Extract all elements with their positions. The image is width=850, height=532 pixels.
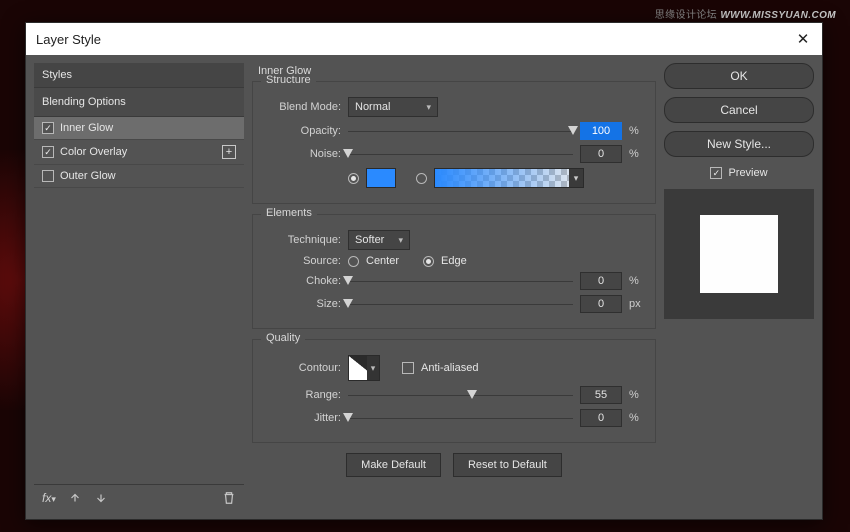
source-center-radio[interactable]	[348, 256, 359, 267]
quality-group: Quality Contour: ▾ Anti-aliased Range: %…	[252, 339, 656, 443]
choke-input[interactable]	[580, 272, 622, 290]
blending-options[interactable]: Blending Options	[34, 88, 244, 117]
source-center-label: Center	[366, 255, 399, 267]
trash-icon[interactable]	[222, 491, 236, 505]
group-label: Structure	[261, 74, 316, 86]
anti-aliased-checkbox[interactable]	[402, 362, 414, 374]
structure-group: Structure Blend Mode: Normal ▾ Opacity: …	[252, 81, 656, 204]
style-item-color-overlay[interactable]: Color Overlay +	[34, 140, 244, 165]
noise-label: Noise:	[263, 148, 341, 160]
range-label: Range:	[263, 389, 341, 401]
preview-checkbox[interactable]	[710, 167, 722, 179]
options-column: Inner Glow Structure Blend Mode: Normal …	[252, 63, 656, 511]
checkbox-icon[interactable]	[42, 146, 54, 158]
styles-header[interactable]: Styles	[34, 63, 244, 88]
unit-label: %	[629, 148, 645, 160]
size-input[interactable]	[580, 295, 622, 313]
ok-button[interactable]: OK	[664, 63, 814, 89]
new-style-button[interactable]: New Style...	[664, 131, 814, 157]
group-label: Elements	[261, 207, 317, 219]
titlebar: Layer Style ✕	[26, 23, 822, 55]
source-label: Source:	[263, 255, 341, 267]
jitter-label: Jitter:	[263, 412, 341, 424]
style-item-inner-glow[interactable]: Inner Glow	[34, 117, 244, 140]
technique-select[interactable]: Softer ▾	[348, 230, 410, 250]
layer-style-dialog: Layer Style ✕ Styles Blending Options In…	[25, 22, 823, 520]
opacity-slider[interactable]	[348, 124, 573, 138]
checkbox-icon[interactable]	[42, 170, 54, 182]
unit-label: %	[629, 275, 645, 287]
styles-column: Styles Blending Options Inner Glow Color…	[34, 63, 244, 511]
unit-label: %	[629, 125, 645, 137]
checkbox-icon[interactable]	[42, 122, 54, 134]
color-swatch[interactable]	[366, 168, 396, 188]
right-column: OK Cancel New Style... Preview	[664, 63, 814, 511]
reset-default-button[interactable]: Reset to Default	[453, 453, 562, 477]
source-edge-radio[interactable]	[423, 256, 434, 267]
add-effect-icon[interactable]: +	[222, 145, 236, 159]
style-item-label: Color Overlay	[60, 146, 127, 158]
gradient-radio[interactable]	[416, 173, 427, 184]
make-default-button[interactable]: Make Default	[346, 453, 441, 477]
style-item-label: Inner Glow	[60, 122, 113, 134]
contour-label: Contour:	[263, 362, 341, 374]
arrow-down-icon[interactable]	[94, 491, 108, 505]
page-watermark: 思缘设计论坛 WWW.MISSYUAN.COM	[655, 6, 836, 21]
arrow-up-icon[interactable]	[68, 491, 82, 505]
preview-swatch	[700, 215, 778, 293]
size-label: Size:	[263, 298, 341, 310]
elements-group: Elements Technique: Softer ▾ Source: Cen…	[252, 214, 656, 329]
source-edge-label: Edge	[441, 255, 467, 267]
preview-label: Preview	[728, 167, 767, 179]
group-label: Quality	[261, 332, 305, 344]
range-slider[interactable]	[348, 388, 573, 402]
anti-aliased-label: Anti-aliased	[421, 362, 478, 374]
size-slider[interactable]	[348, 297, 573, 311]
color-radio[interactable]	[348, 173, 359, 184]
gradient-picker[interactable]: ▾	[434, 168, 584, 188]
preview-thumbnail	[664, 189, 814, 319]
unit-label: px	[629, 298, 645, 310]
choke-label: Choke:	[263, 275, 341, 287]
unit-label: %	[629, 412, 645, 424]
opacity-input[interactable]	[580, 122, 622, 140]
contour-picker[interactable]: ▾	[348, 355, 380, 381]
fx-icon[interactable]: fx▾	[42, 491, 56, 505]
unit-label: %	[629, 389, 645, 401]
jitter-slider[interactable]	[348, 411, 573, 425]
close-icon[interactable]: ✕	[794, 30, 812, 48]
styles-footer: fx▾	[34, 484, 244, 511]
panel-title: Inner Glow	[258, 65, 656, 77]
opacity-label: Opacity:	[263, 125, 341, 137]
jitter-input[interactable]	[580, 409, 622, 427]
choke-slider[interactable]	[348, 274, 573, 288]
chevron-down-icon: ▾	[367, 356, 379, 380]
dialog-title: Layer Style	[36, 32, 794, 47]
blend-mode-label: Blend Mode:	[263, 101, 341, 113]
style-item-outer-glow[interactable]: Outer Glow	[34, 165, 244, 188]
chevron-down-icon: ▾	[398, 235, 403, 246]
noise-slider[interactable]	[348, 147, 573, 161]
chevron-down-icon: ▾	[426, 102, 431, 113]
style-item-label: Outer Glow	[60, 170, 116, 182]
chevron-down-icon: ▾	[569, 169, 583, 187]
noise-input[interactable]	[580, 145, 622, 163]
cancel-button[interactable]: Cancel	[664, 97, 814, 123]
range-input[interactable]	[580, 386, 622, 404]
blend-mode-select[interactable]: Normal ▾	[348, 97, 438, 117]
technique-label: Technique:	[263, 234, 341, 246]
